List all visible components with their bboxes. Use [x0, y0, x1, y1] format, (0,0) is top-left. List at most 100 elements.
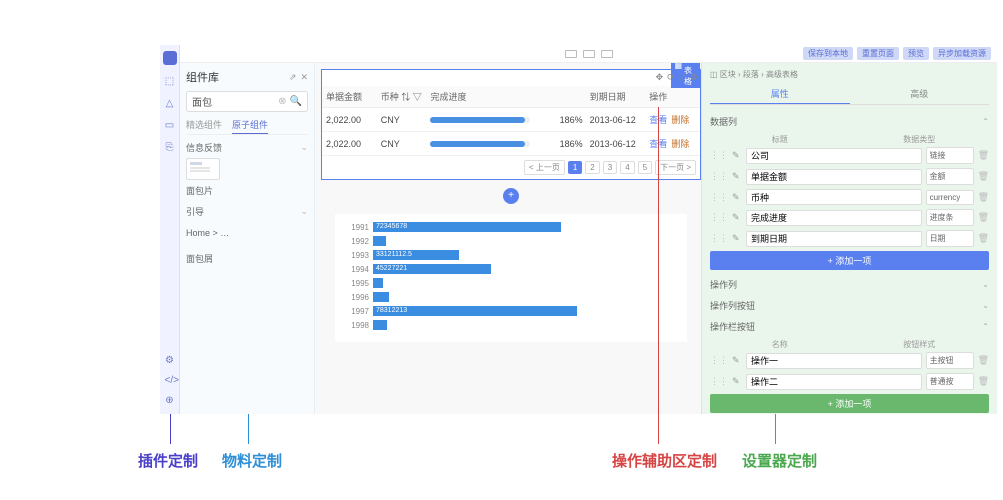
edit-icon[interactable]: ✎ [732, 355, 742, 366]
field-row: ⋮⋮ ✎ 进度条 🗑 [710, 209, 989, 226]
op-name-input[interactable] [746, 353, 922, 369]
delete-icon[interactable]: 🗑 [978, 192, 989, 203]
field-title-input[interactable] [746, 169, 922, 185]
component-item[interactable]: 面包屑 [186, 252, 308, 265]
pager-page[interactable]: 1 [568, 161, 582, 174]
add-block-button[interactable]: + [503, 188, 519, 204]
annotation: 物料定制 [222, 450, 282, 471]
tab-featured[interactable]: 精选组件 [186, 118, 222, 131]
tab-advanced[interactable]: 高级 [850, 84, 990, 104]
bug-icon[interactable]: ⚙ [165, 356, 175, 366]
pager-page[interactable]: 2 [585, 161, 599, 174]
rail-icon[interactable]: ⬚ [165, 77, 175, 87]
chart-bar: 1992 [343, 236, 679, 246]
breadcrumb[interactable]: ◫ 区块 › 段落 › 高级表格 [710, 69, 989, 80]
search-icon[interactable]: 🔍 [290, 96, 302, 107]
field-title-input[interactable] [746, 189, 922, 205]
op-style-select[interactable]: 普通按 [926, 373, 974, 390]
delete-link[interactable]: 删除 [671, 115, 689, 125]
annotation: 设置器定制 [742, 450, 817, 471]
close-icon[interactable]: ✕ [300, 72, 308, 83]
gear-icon[interactable]: ⚙ [690, 72, 698, 83]
canvas: ▦高级表格 ⎘ 🗑 ✥⟳⤢⚙ 单据金额币种 ⇅ ▽ 完成进度 到期日期操作 2,… [315, 63, 707, 414]
preview-button[interactable]: 预览 [903, 47, 929, 60]
table-row: 2,022.00CNY 186% 2013-06-12 查看删除 [322, 108, 700, 132]
chart-bar: 1996 [343, 292, 679, 302]
panel-title: 组件库 [186, 69, 219, 85]
rail-icon[interactable]: ▭ [165, 121, 175, 131]
chart-bar: 1995 [343, 278, 679, 288]
category-guide[interactable]: 引导 [186, 205, 308, 218]
save-button[interactable]: 保存到本地 [803, 47, 853, 60]
component-item[interactable]: Home > … [186, 228, 308, 238]
move-icon[interactable]: ✥ [656, 72, 664, 83]
async-button[interactable]: 异步加载资源 [933, 47, 991, 60]
drag-icon[interactable]: ⋮⋮ [710, 192, 728, 203]
plugin-rail: ⬚ △ ▭ ⎘ ⚙ </> ⊕ [160, 45, 180, 414]
lock-icon[interactable]: ⟳ [667, 72, 675, 83]
field-type-select[interactable]: currency [926, 190, 974, 205]
app-logo [163, 51, 177, 65]
section-op-col[interactable]: 操作列 [710, 274, 989, 295]
chart-bar: 199172345678 [343, 222, 679, 232]
delete-icon[interactable]: 🗑 [978, 233, 989, 244]
delete-icon[interactable]: 🗑 [978, 376, 989, 387]
delete-icon[interactable]: 🗑 [978, 150, 989, 161]
rail-icon[interactable]: ⎘ [165, 143, 175, 153]
component-thumb[interactable] [186, 158, 220, 180]
edit-icon[interactable]: ✎ [732, 212, 742, 223]
delete-icon[interactable]: 🗑 [978, 355, 989, 366]
clear-icon[interactable]: ⊗ [278, 96, 286, 107]
edit-icon[interactable]: ✎ [732, 150, 742, 161]
field-type-select[interactable]: 金额 [926, 168, 974, 185]
add-op-button[interactable]: + 添加一项 [710, 394, 989, 413]
pager-prev[interactable]: < 上一页 [524, 160, 565, 175]
selected-table[interactable]: ▦高级表格 ⎘ 🗑 ✥⟳⤢⚙ 单据金额币种 ⇅ ▽ 完成进度 到期日期操作 2,… [321, 69, 701, 180]
tab-atomic[interactable]: 原子组件 [232, 118, 268, 134]
search-input[interactable]: 面包 ⊗🔍 [186, 91, 308, 112]
op-style-select[interactable]: 主按钮 [926, 352, 974, 369]
pager-next[interactable]: 下一页 > [655, 160, 696, 175]
drag-icon[interactable]: ⋮⋮ [710, 150, 728, 161]
drag-icon[interactable]: ⋮⋮ [710, 355, 728, 366]
op-name-input[interactable] [746, 374, 922, 390]
drag-icon[interactable]: ⋮⋮ [710, 171, 728, 182]
viewport-switch[interactable] [565, 50, 613, 58]
reset-button[interactable]: 重置页面 [857, 47, 899, 60]
pager-page[interactable]: 5 [638, 161, 652, 174]
field-title-input[interactable] [746, 148, 922, 164]
edit-icon[interactable]: ✎ [732, 376, 742, 387]
plus-icon[interactable]: ⊕ [165, 396, 175, 406]
drag-icon[interactable]: ⋮⋮ [710, 233, 728, 244]
delete-link[interactable]: 删除 [671, 139, 689, 149]
tab-props[interactable]: 属性 [710, 84, 850, 104]
code-icon[interactable]: </> [165, 376, 175, 386]
field-type-select[interactable]: 链接 [926, 147, 974, 164]
field-title-input[interactable] [746, 231, 922, 247]
pager-page[interactable]: 3 [603, 161, 617, 174]
table-header: 单据金额币种 ⇅ ▽ 完成进度 到期日期操作 [322, 86, 700, 108]
section-op-bar-btn[interactable]: 操作栏按钮 [710, 316, 989, 337]
drag-icon[interactable]: ⋮⋮ [710, 212, 728, 223]
chart-bar: 199778312213 [343, 306, 679, 316]
field-title-input[interactable] [746, 210, 922, 226]
rail-icon[interactable]: △ [165, 99, 175, 109]
pin-icon[interactable]: ⇗ [289, 72, 297, 83]
op-row: ⋮⋮ ✎ 普通按 🗑 [710, 373, 989, 390]
field-type-select[interactable]: 进度条 [926, 209, 974, 226]
section-op-col-btn[interactable]: 操作列按钮 [710, 295, 989, 316]
field-type-select[interactable]: 日期 [926, 230, 974, 247]
expand-icon[interactable]: ⤢ [679, 72, 686, 83]
category-feedback[interactable]: 信息反馈 [186, 141, 308, 154]
add-field-button[interactable]: + 添加一项 [710, 251, 989, 270]
pager-page[interactable]: 4 [620, 161, 634, 174]
drag-icon[interactable]: ⋮⋮ [710, 376, 728, 387]
edit-icon[interactable]: ✎ [732, 233, 742, 244]
edit-icon[interactable]: ✎ [732, 192, 742, 203]
edit-icon[interactable]: ✎ [732, 171, 742, 182]
delete-icon[interactable]: 🗑 [978, 171, 989, 182]
bar-chart: 1991723456781992199333121112.51994452272… [335, 214, 687, 342]
section-data-cols[interactable]: 数据列 [710, 111, 989, 132]
component-item[interactable]: 面包片 [186, 184, 308, 197]
delete-icon[interactable]: 🗑 [978, 212, 989, 223]
